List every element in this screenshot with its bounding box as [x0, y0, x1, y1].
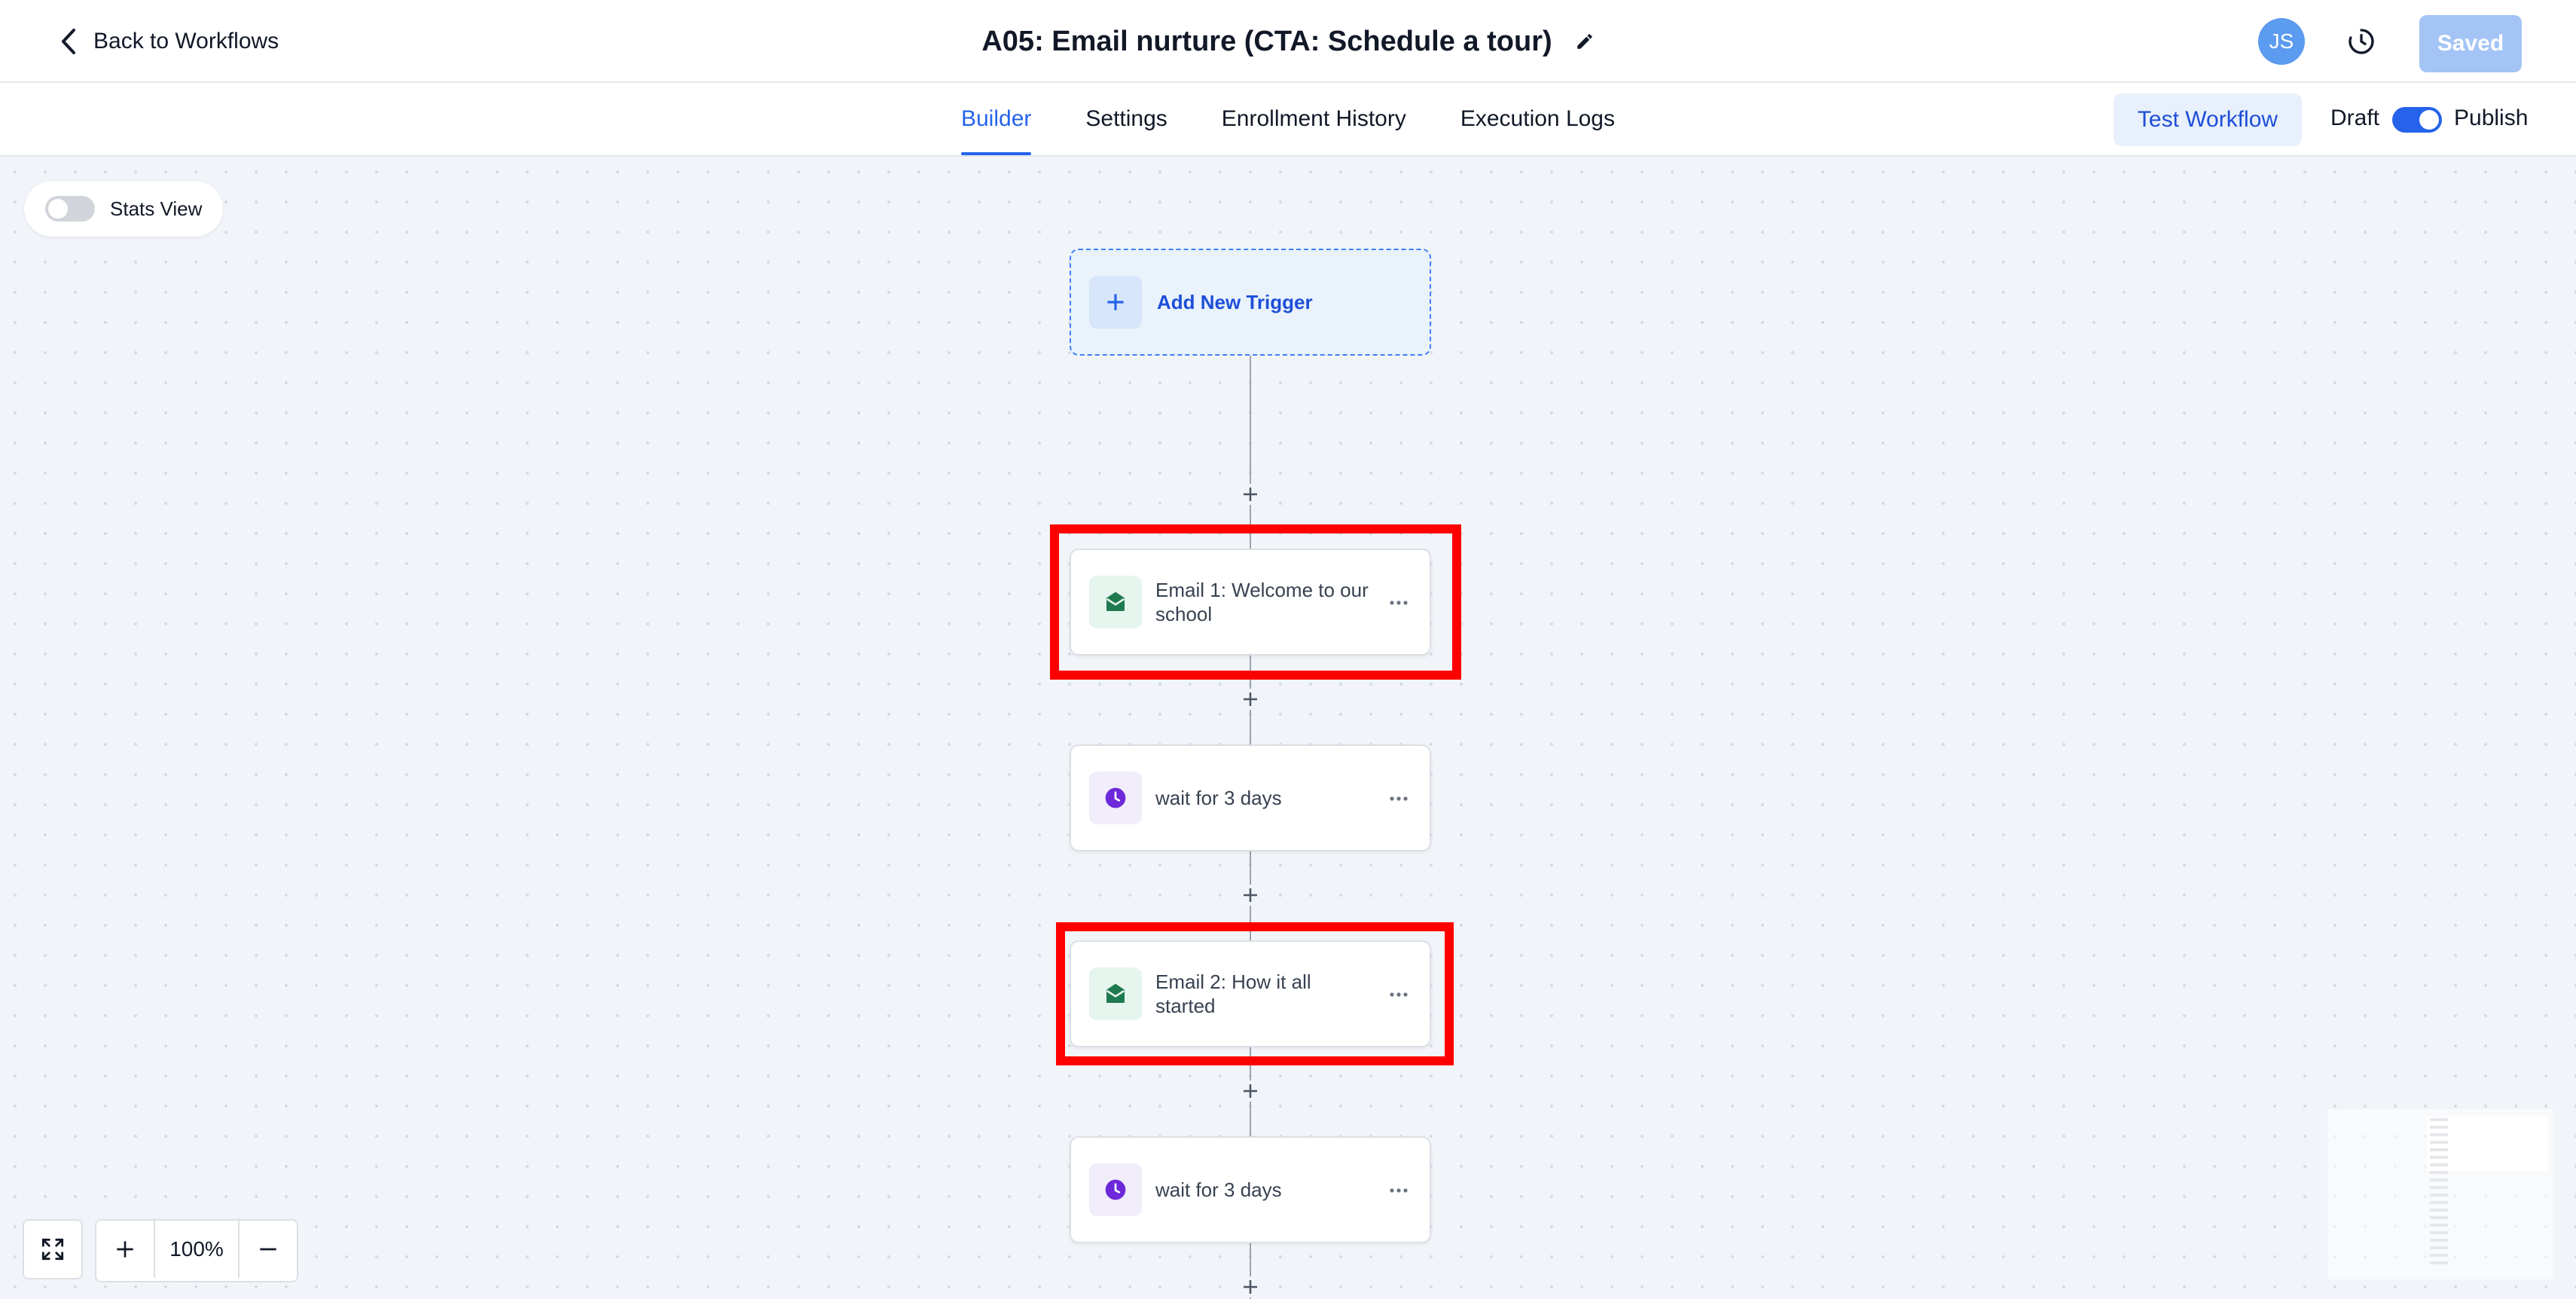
- stats-view-control: Stats View: [24, 181, 223, 237]
- add-new-trigger-card[interactable]: Add New Trigger: [1070, 249, 1431, 356]
- more-options-icon[interactable]: [1387, 1181, 1410, 1200]
- saved-button[interactable]: Saved: [2419, 15, 2522, 72]
- more-options-icon[interactable]: [1387, 790, 1410, 808]
- minus-icon: [260, 1248, 276, 1251]
- node-label: wait for 3 days: [1155, 1178, 1282, 1201]
- add-step-button[interactable]: [1240, 484, 1261, 505]
- plus-icon: [1244, 488, 1257, 501]
- zoom-controls: 100%: [95, 1219, 298, 1282]
- plus-icon: [1244, 888, 1257, 902]
- pencil-icon[interactable]: [1575, 32, 1595, 51]
- add-step-button[interactable]: [1240, 1080, 1261, 1102]
- tab-execution-logs[interactable]: Execution Logs: [1460, 83, 1615, 155]
- tab-enrollment-history[interactable]: Enrollment History: [1222, 83, 1406, 155]
- highlight-box: [1056, 922, 1454, 1065]
- top-header: Back to Workflows A05: Email nurture (CT…: [0, 0, 2576, 83]
- avatar-initials: JS: [2269, 29, 2294, 53]
- minimap[interactable]: [2327, 1109, 2553, 1279]
- fit-view-button[interactable]: [23, 1219, 83, 1279]
- plus-icon: [1244, 1280, 1257, 1294]
- plus-icon: [1244, 692, 1257, 706]
- test-workflow-button[interactable]: Test Workflow: [2114, 93, 2302, 146]
- stats-view-toggle[interactable]: [45, 196, 95, 222]
- add-new-trigger-label: Add New Trigger: [1157, 290, 1313, 313]
- publish-label: Publish: [2454, 105, 2529, 130]
- draft-label: Draft: [2330, 105, 2380, 130]
- plus-icon: [1089, 276, 1142, 329]
- expand-icon: [41, 1238, 64, 1261]
- highlight-box: [1050, 524, 1461, 680]
- plus-icon: [117, 1241, 133, 1258]
- workflow-title: A05: Email nurture (CTA: Schedule a tour…: [981, 25, 1552, 57]
- tab-builder[interactable]: Builder: [960, 83, 1032, 155]
- workflow-title-area: A05: Email nurture (CTA: Schedule a tour…: [0, 20, 2576, 63]
- add-step-button[interactable]: [1240, 1276, 1261, 1297]
- clock-icon: [1089, 772, 1142, 824]
- node-label: wait for 3 days: [1155, 787, 1282, 809]
- plus-icon: [1244, 1084, 1257, 1098]
- publish-toggle[interactable]: [2392, 107, 2442, 133]
- minimap-nodes: [2430, 1118, 2448, 1269]
- zoom-in-button[interactable]: [96, 1221, 154, 1278]
- zoom-out-button[interactable]: [240, 1221, 297, 1278]
- tab-settings[interactable]: Settings: [1085, 83, 1167, 155]
- history-icon[interactable]: [2344, 24, 2379, 59]
- zoom-level: 100%: [154, 1221, 240, 1278]
- stats-view-label: Stats View: [110, 197, 203, 220]
- workflow-canvas[interactable]: Stats View Add New Trigger Email 1: Welc…: [0, 157, 2576, 1299]
- add-step-button[interactable]: [1240, 689, 1261, 710]
- clock-icon: [1089, 1163, 1142, 1216]
- avatar[interactable]: JS: [2258, 18, 2305, 65]
- add-step-button[interactable]: [1240, 885, 1261, 906]
- tab-bar: Builder Settings Enrollment History Exec…: [0, 83, 2576, 157]
- workflow-node-wait-2[interactable]: wait for 3 days: [1070, 1136, 1431, 1243]
- workflow-node-wait-1[interactable]: wait for 3 days: [1070, 744, 1431, 851]
